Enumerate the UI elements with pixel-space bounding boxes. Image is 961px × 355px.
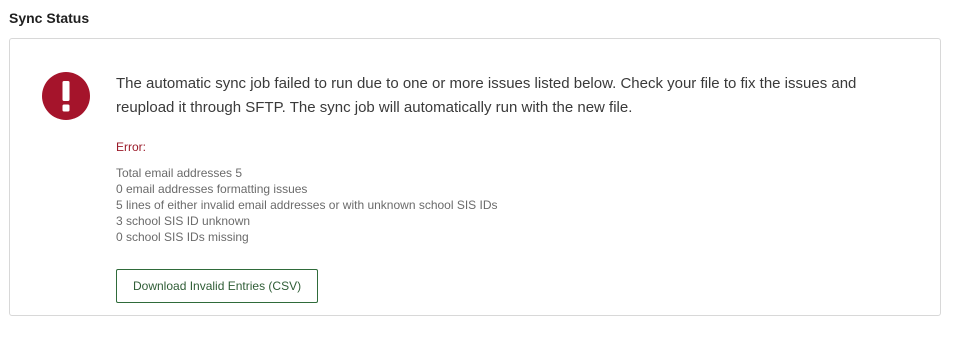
error-item: 0 email addresses formatting issues xyxy=(116,182,308,196)
error-item: Total email addresses 5 xyxy=(116,166,243,180)
download-invalid-entries-button[interactable]: Download Invalid Entries (CSV) xyxy=(116,269,319,303)
section-title: Sync Status xyxy=(9,10,90,26)
sync-status-page: Sync Status The automatic sync job faile… xyxy=(0,0,961,355)
sync-status-card: The automatic sync job failed to run due… xyxy=(9,38,941,316)
error-label: Error: xyxy=(116,140,146,154)
alert-message: The automatic sync job failed to run due… xyxy=(116,75,857,116)
alert-content: The automatic sync job failed to run due… xyxy=(116,72,916,303)
error-item: 3 school SIS ID unknown xyxy=(116,214,251,228)
error-list: Total email addresses 5 0 email addresse… xyxy=(116,165,916,245)
error-item: 0 school SIS IDs missing xyxy=(116,230,249,244)
error-item: 5 lines of either invalid email addresse… xyxy=(116,198,498,212)
exclamation-circle-icon xyxy=(42,72,90,120)
